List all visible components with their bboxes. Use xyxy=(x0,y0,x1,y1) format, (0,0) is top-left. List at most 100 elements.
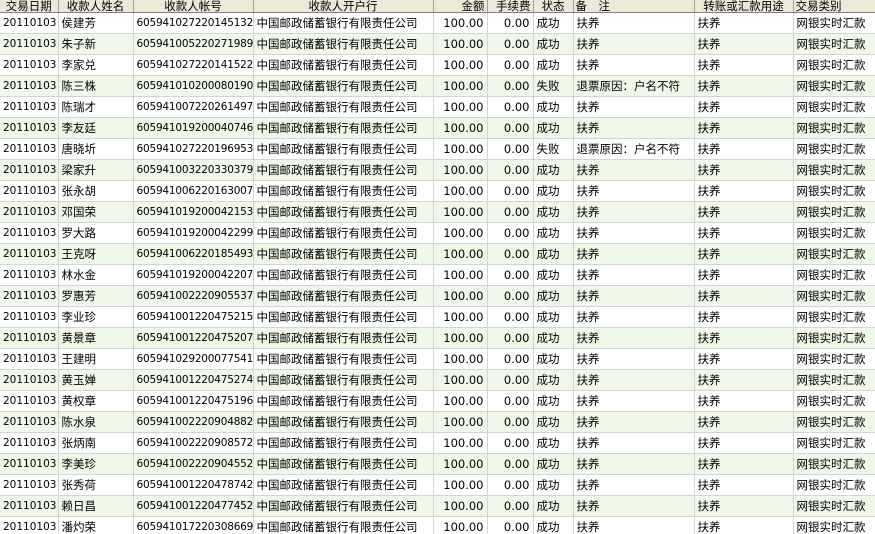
cell-remark: 扶养 xyxy=(573,96,695,118)
cell-name: 黄权章 xyxy=(58,390,134,412)
cell-date: 20110103 xyxy=(0,138,59,160)
cell-purpose: 扶养 xyxy=(694,516,794,534)
table-row[interactable]: 20110103 黄景章 605941001220475207 中国邮政储蓄银行有限责… xyxy=(0,327,875,349)
cell-type: 网银实时汇款 xyxy=(793,390,875,412)
table-row[interactable]: 20110103 梁家升 605941003220330379 中国邮政储蓄银行有限责… xyxy=(0,159,875,181)
table-row[interactable]: 20110103 赖日昌 605941001220477452 中国邮政储蓄银行有限责… xyxy=(0,495,875,517)
table-row[interactable]: 20110103 王建明 605941029200077541 中国邮政储蓄银行有限责… xyxy=(0,348,875,370)
cell-account: 605941027220196953 xyxy=(133,138,254,160)
table-row[interactable]: 20110103 张炳南 605941002220908572 中国邮政储蓄银行有限责… xyxy=(0,432,875,454)
table-row[interactable]: 20110103 罗惠芳 605941002220905537 中国邮政储蓄银行有限责… xyxy=(0,285,875,307)
cell-fee: 0.00 xyxy=(487,96,534,118)
column-header-purpose[interactable]: 转账或汇款用途 xyxy=(694,0,794,13)
table-row[interactable]: 20110103 陈三株 605941010200080190 中国邮政储蓄银行有限责… xyxy=(0,75,875,97)
cell-type: 网银实时汇款 xyxy=(793,12,875,34)
cell-account: 605941029200077541 xyxy=(133,348,254,370)
column-header-name[interactable]: 收款人姓名 xyxy=(58,0,134,13)
cell-account: 605941010200080190 xyxy=(133,75,254,97)
column-header-date[interactable]: 交易日期 xyxy=(0,0,59,13)
table-row[interactable]: 20110103 陈瑞才 605941007220261497 中国邮政储蓄银行有限责… xyxy=(0,96,875,118)
cell-account: 605941005220271989 xyxy=(133,33,254,55)
cell-account: 605941001220475274 xyxy=(133,369,254,391)
cell-bank: 中国邮政储蓄银行有限责任公司 xyxy=(253,516,434,534)
table-row[interactable]: 20110103 黄玉婵 605941001220475274 中国邮政储蓄银行有限责… xyxy=(0,369,875,391)
cell-type: 网银实时汇款 xyxy=(793,33,875,55)
table-row[interactable]: 20110103 罗大路 605941019200042299 中国邮政储蓄银行有限责… xyxy=(0,222,875,244)
cell-status: 成功 xyxy=(533,369,574,391)
table-row[interactable]: 20110103 潘灼荣 605941017220308669 中国邮政储蓄银行有限责… xyxy=(0,516,875,534)
cell-type: 网银实时汇款 xyxy=(793,369,875,391)
cell-account: 605941027220141522 xyxy=(133,54,254,76)
cell-purpose: 扶养 xyxy=(694,117,794,139)
table-row[interactable]: 20110103 王克呀 605941006220185493 中国邮政储蓄银行有限责… xyxy=(0,243,875,265)
cell-status: 成功 xyxy=(533,348,574,370)
cell-date: 20110103 xyxy=(0,75,59,97)
table-row[interactable]: 20110103 张永胡 605941006220163007 中国邮政储蓄银行有限责… xyxy=(0,180,875,202)
cell-fee: 0.00 xyxy=(487,285,534,307)
table-row[interactable]: 20110103 朱子新 605941005220271989 中国邮政储蓄银行有限责… xyxy=(0,33,875,55)
cell-name: 李家兑 xyxy=(58,54,134,76)
column-header-type[interactable]: 交易类别 xyxy=(793,0,875,13)
column-header-fee[interactable]: 手续费 xyxy=(487,0,534,13)
column-header-bank[interactable]: 收款人开户行 xyxy=(253,0,434,13)
cell-remark: 扶养 xyxy=(573,264,695,286)
cell-fee: 0.00 xyxy=(487,474,534,496)
cell-bank: 中国邮政储蓄银行有限责任公司 xyxy=(253,54,434,76)
cell-date: 20110103 xyxy=(0,348,59,370)
table-row[interactable]: 20110103 李家兑 605941027220141522 中国邮政储蓄银行有限责… xyxy=(0,54,875,76)
table-row[interactable]: 20110103 李业珍 605941001220475215 中国邮政储蓄银行有限责… xyxy=(0,306,875,328)
cell-name: 梁家升 xyxy=(58,159,134,181)
table-body: 20110103 侯建芳 605941027220145132 中国邮政储蓄银行有限责… xyxy=(0,12,875,534)
cell-type: 网银实时汇款 xyxy=(793,327,875,349)
cell-account: 605941007220261497 xyxy=(133,96,254,118)
table-row[interactable]: 20110103 陈水泉 605941002220904882 中国邮政储蓄银行有限责… xyxy=(0,411,875,433)
table-row[interactable]: 20110103 李友廷 605941019200040746 中国邮政储蓄银行有限责… xyxy=(0,117,875,139)
cell-remark: 扶养 xyxy=(573,327,695,349)
cell-bank: 中国邮政储蓄银行有限责任公司 xyxy=(253,348,434,370)
table-row[interactable]: 20110103 黄权章 605941001220475196 中国邮政储蓄银行有限责… xyxy=(0,390,875,412)
cell-bank: 中国邮政储蓄银行有限责任公司 xyxy=(253,285,434,307)
cell-status: 成功 xyxy=(533,264,574,286)
cell-type: 网银实时汇款 xyxy=(793,264,875,286)
cell-purpose: 扶养 xyxy=(694,138,794,160)
cell-type: 网银实时汇款 xyxy=(793,495,875,517)
cell-remark: 扶养 xyxy=(573,12,695,34)
cell-type: 网银实时汇款 xyxy=(793,180,875,202)
table-row[interactable]: 20110103 邓国荣 605941019200042153 中国邮政储蓄银行有限责… xyxy=(0,201,875,223)
cell-name: 陈三株 xyxy=(58,75,134,97)
table-row[interactable]: 20110103 张秀荷 605941001220478742 中国邮政储蓄银行有限责… xyxy=(0,474,875,496)
cell-status: 成功 xyxy=(533,432,574,454)
cell-amount: 100.00 xyxy=(433,201,488,223)
cell-bank: 中国邮政储蓄银行有限责任公司 xyxy=(253,327,434,349)
cell-name: 王克呀 xyxy=(58,243,134,265)
table-row[interactable]: 20110103 侯建芳 605941027220145132 中国邮政储蓄银行有限责… xyxy=(0,12,875,34)
cell-purpose: 扶养 xyxy=(694,96,794,118)
cell-fee: 0.00 xyxy=(487,75,534,97)
cell-date: 20110103 xyxy=(0,390,59,412)
cell-bank: 中国邮政储蓄银行有限责任公司 xyxy=(253,243,434,265)
cell-date: 20110103 xyxy=(0,96,59,118)
cell-status: 成功 xyxy=(533,453,574,475)
cell-purpose: 扶养 xyxy=(694,327,794,349)
column-header-account[interactable]: 收款人帐号 xyxy=(133,0,254,13)
cell-purpose: 扶养 xyxy=(694,348,794,370)
cell-fee: 0.00 xyxy=(487,411,534,433)
cell-remark: 扶养 xyxy=(573,117,695,139)
cell-name: 唐晓圻 xyxy=(58,138,134,160)
table-row[interactable]: 20110103 林水金 605941019200042207 中国邮政储蓄银行有限责… xyxy=(0,264,875,286)
cell-fee: 0.00 xyxy=(487,264,534,286)
cell-fee: 0.00 xyxy=(487,327,534,349)
cell-purpose: 扶养 xyxy=(694,180,794,202)
cell-purpose: 扶养 xyxy=(694,222,794,244)
column-header-remark[interactable]: 备 注 xyxy=(573,0,695,13)
cell-type: 网银实时汇款 xyxy=(793,411,875,433)
table-row[interactable]: 20110103 唐晓圻 605941027220196953 中国邮政储蓄银行有限责… xyxy=(0,138,875,160)
cell-purpose: 扶养 xyxy=(694,411,794,433)
column-header-amount[interactable]: 金额 xyxy=(433,0,488,13)
cell-remark: 扶养 xyxy=(573,306,695,328)
cell-amount: 100.00 xyxy=(433,495,488,517)
column-header-status[interactable]: 状态 xyxy=(533,0,574,13)
cell-bank: 中国邮政储蓄银行有限责任公司 xyxy=(253,264,434,286)
cell-status: 成功 xyxy=(533,117,574,139)
table-row[interactable]: 20110103 李美珍 605941002220904552 中国邮政储蓄银行有限责… xyxy=(0,453,875,475)
